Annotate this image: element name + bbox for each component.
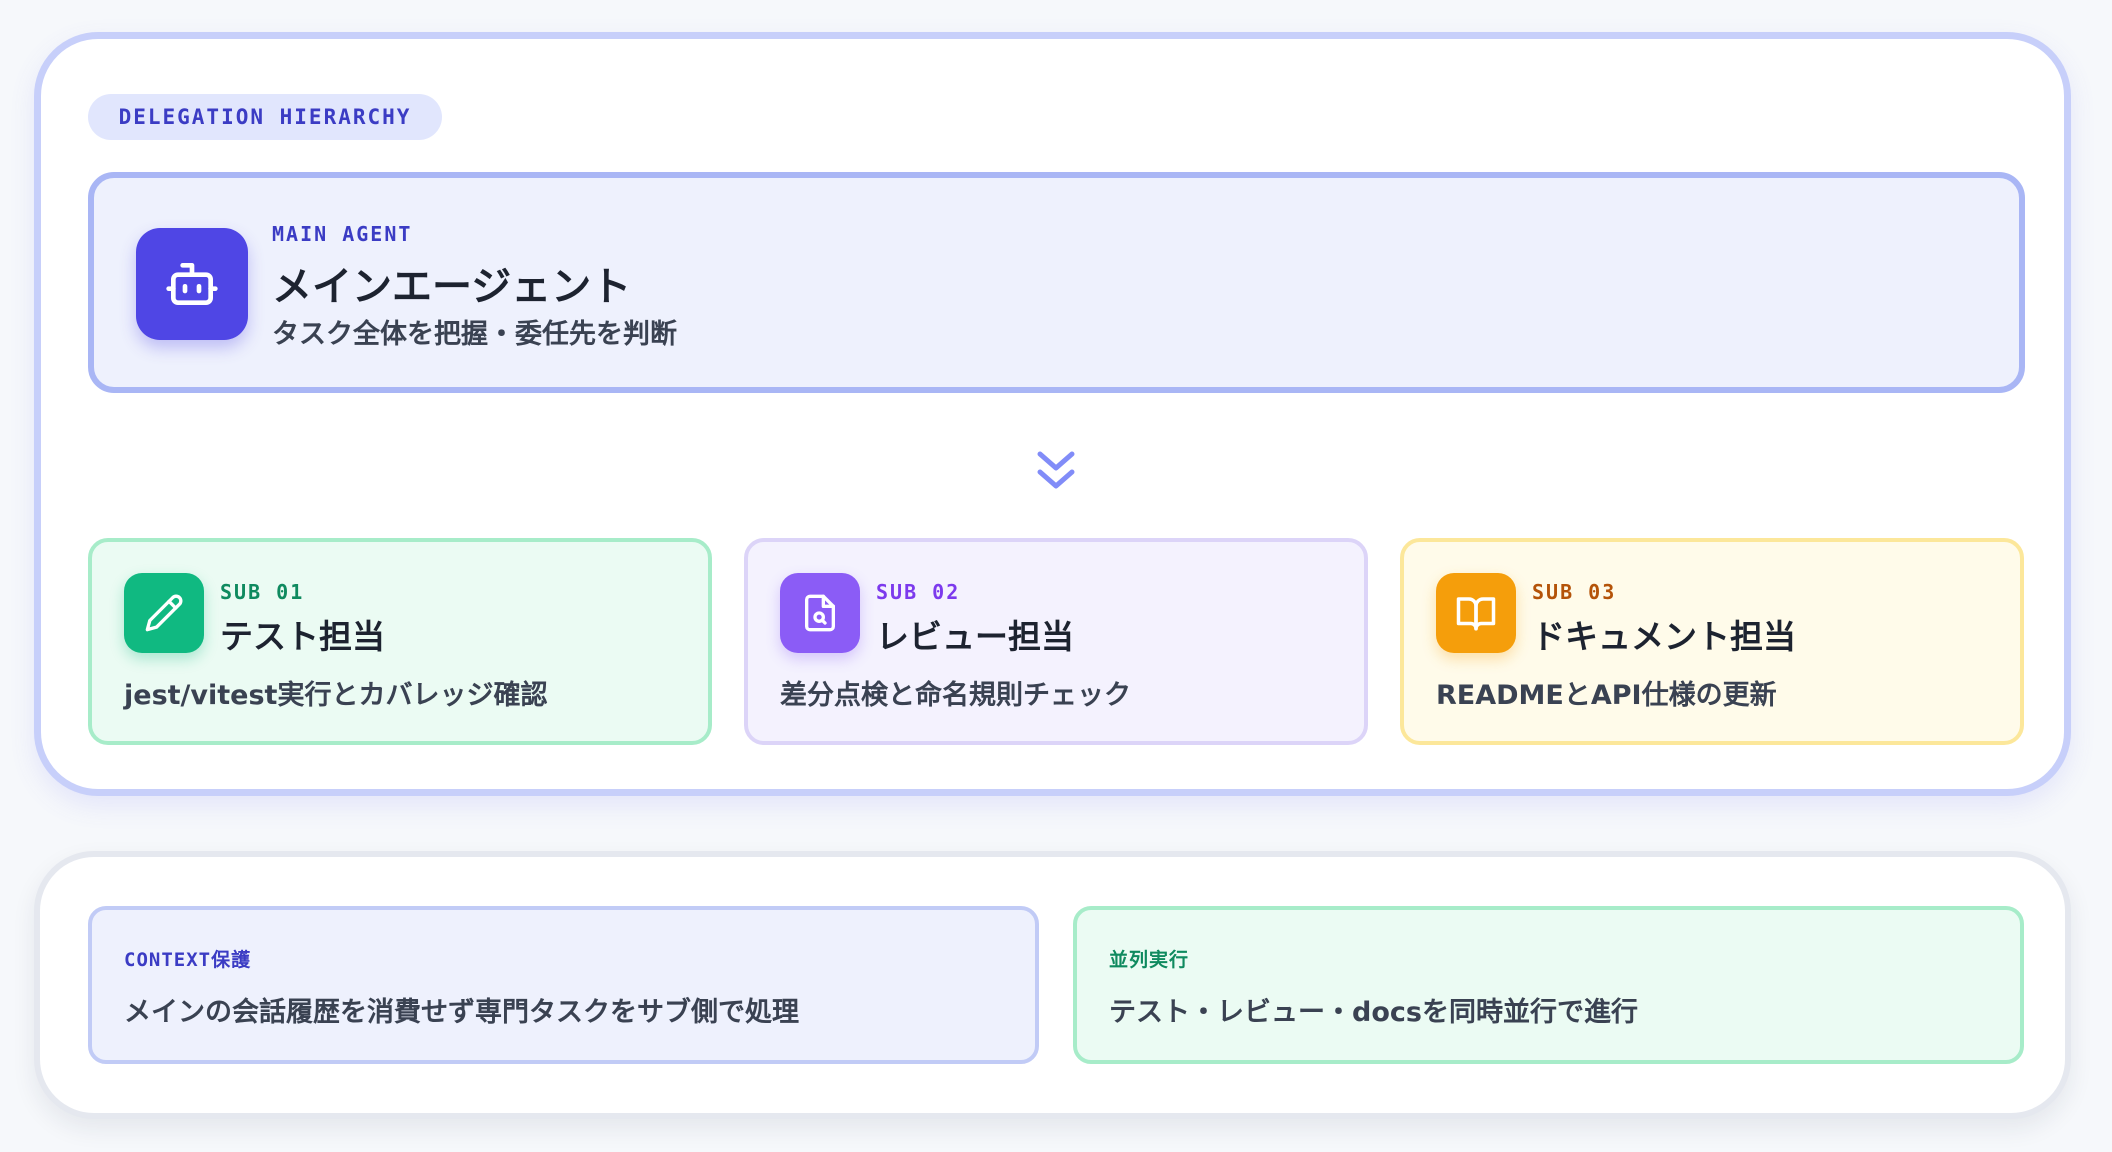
benefit-text: テスト・レビュー・docsを同時並行で進行 (1109, 997, 1638, 1028)
subagent-eyebrow: SUB 03 (1532, 580, 1617, 604)
main-agent-eyebrow: MAIN AGENT (272, 222, 413, 246)
subagent-description: jest/vitest実行とカバレッジ確認 (124, 680, 548, 711)
benefit-card-context (88, 906, 1039, 1064)
benefit-label: CONTEXT保護 (124, 949, 252, 971)
subagent-description: 差分点検と命名規則チェック (780, 680, 1131, 711)
subagent-title: ドキュメント担当 (1532, 617, 1796, 656)
chevrons-down-icon (1034, 448, 1078, 496)
main-agent-subtitle: タスク全体を把握・委任先を判断 (272, 319, 677, 350)
subagent-eyebrow: SUB 01 (220, 580, 305, 604)
file-search-icon (780, 573, 860, 653)
subagent-eyebrow: SUB 02 (876, 580, 961, 604)
subagent-title: レビュー担当 (876, 617, 1074, 656)
subagent-title: テスト担当 (220, 617, 385, 656)
pencil-icon (124, 573, 204, 653)
subagent-description: READMEとAPI仕様の更新 (1436, 680, 1777, 711)
section-badge: DELEGATION HIERARCHY (88, 94, 442, 140)
benefit-label: 並列実行 (1109, 949, 1190, 971)
benefit-text: メインの会話履歴を消費せず専門タスクをサブ側で処理 (124, 997, 799, 1028)
book-open-icon (1436, 573, 1516, 653)
robot-icon (136, 228, 248, 340)
benefit-card-parallel (1073, 906, 2024, 1064)
main-agent-title: メインエージェント (272, 264, 632, 310)
